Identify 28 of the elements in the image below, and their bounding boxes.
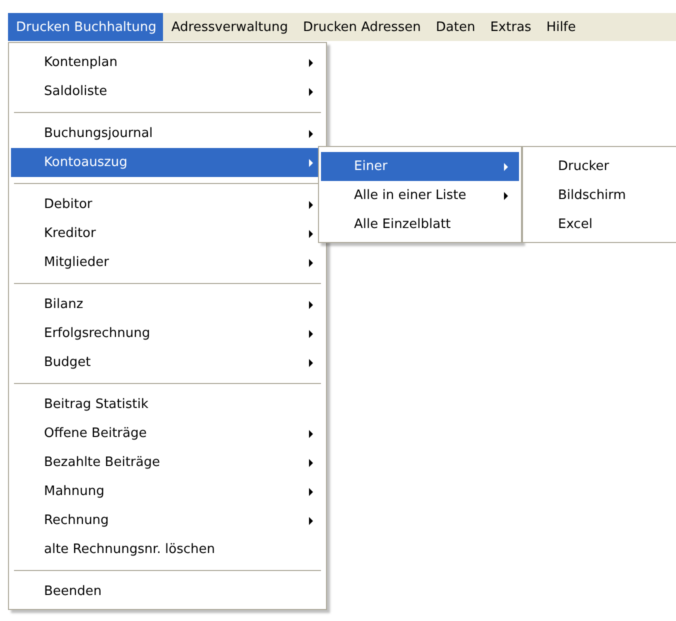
menu-item[interactable]: Bildschirm [525,181,674,210]
menu-item[interactable]: Drucker [525,152,674,181]
menu-item[interactable]: Mitglieder [11,248,324,277]
menu-bar-item[interactable]: Extras [482,13,538,41]
menu-item[interactable]: Erfolgsrechnung [11,319,324,348]
menu-bar-item[interactable]: Hilfe [538,13,583,41]
menu-item[interactable]: Alle Einzelblatt [321,210,519,239]
menu-item[interactable]: Kontenplan [11,48,324,77]
menu-item[interactable]: Mahnung [11,477,324,506]
menu-item[interactable]: Rechnung [11,506,324,535]
menu-item[interactable]: Saldoliste [11,77,324,106]
menu-item[interactable]: Einer [321,152,519,181]
menu-item[interactable]: Buchungsjournal [11,119,324,148]
menu-item[interactable]: alte Rechnungsnr. löschen [11,535,324,564]
menu-item[interactable]: Kreditor [11,219,324,248]
menu-item[interactable]: Bezahlte Beiträge [11,448,324,477]
menu-bar-item[interactable]: Daten [428,13,482,41]
menu-item[interactable]: Offene Beiträge [11,419,324,448]
menu-item[interactable]: Beitrag Statistik [11,390,324,419]
menu-bar-item[interactable]: Drucken Buchhaltung [8,13,164,41]
menu-item[interactable]: Budget [11,348,324,377]
menu-item[interactable]: Alle in einer Liste [321,181,519,210]
menu-bar-item[interactable]: Drucken Adressen [294,13,428,41]
menu-bar-item[interactable]: Adressverwaltung [163,13,295,41]
menu-item[interactable]: Beenden [11,577,324,606]
menu-item[interactable]: Bilanz [11,290,324,319]
menu-item[interactable]: Debitor [11,190,324,219]
menu-item[interactable]: Excel [525,210,674,239]
